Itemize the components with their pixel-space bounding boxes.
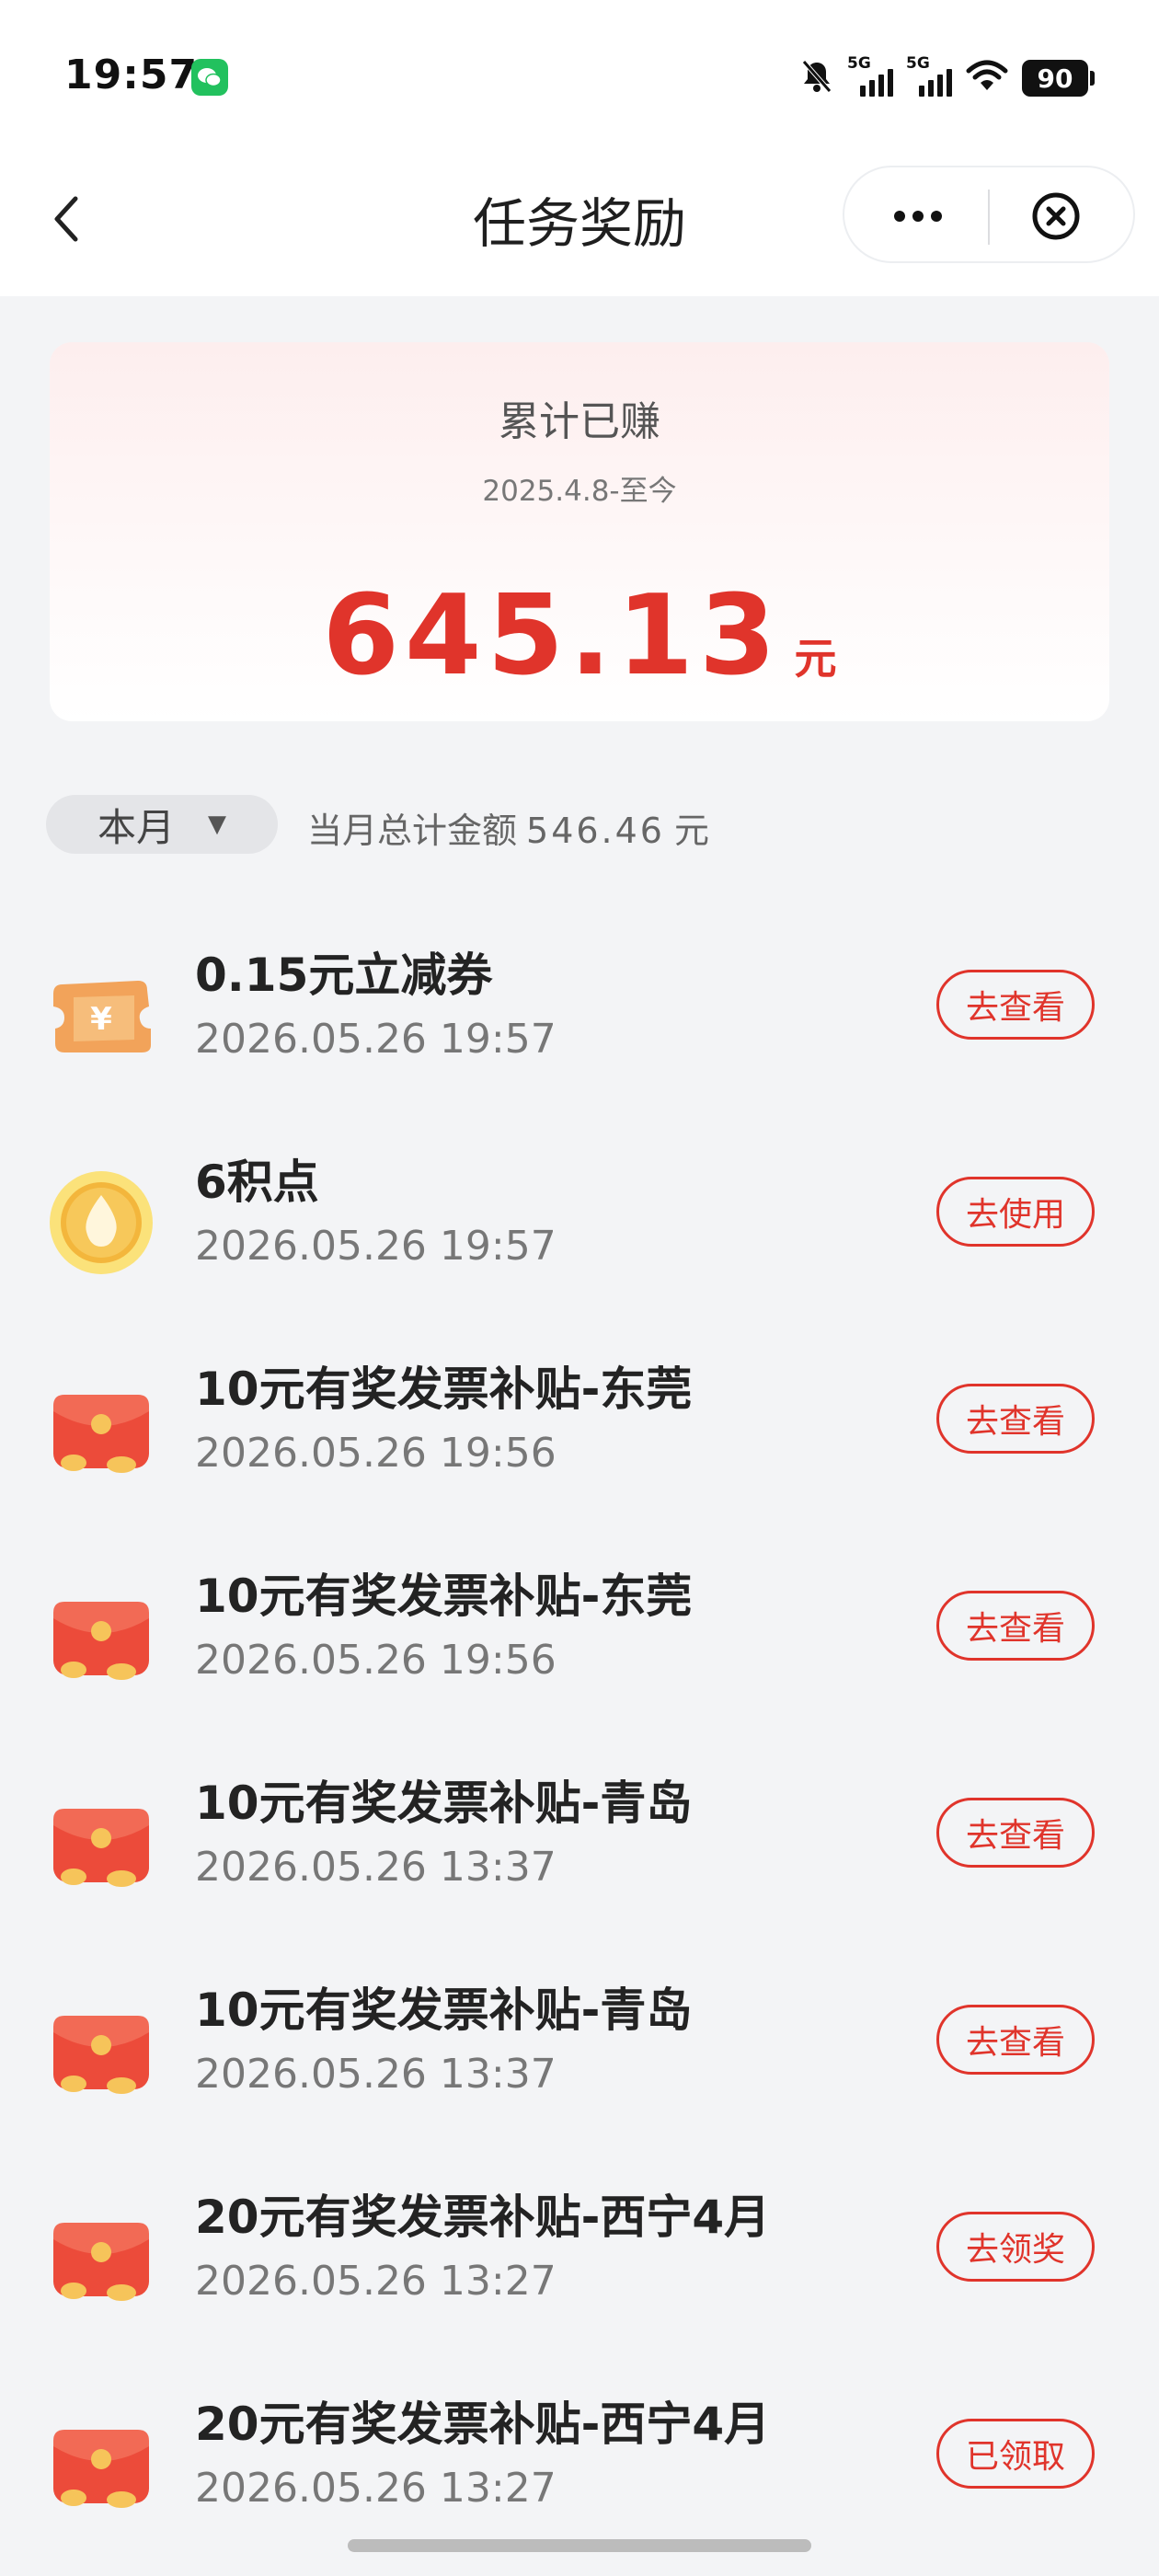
signal-label: 5G (906, 54, 930, 73)
wechat-icon (191, 59, 228, 96)
item-title: 6积点 (195, 1156, 319, 1209)
list-item: ¥ 0.15元立减券 2026.05.26 19:57 去查看 (0, 902, 1159, 1109)
list-item: 6积点 2026.05.26 19:57 去使用 (0, 1109, 1159, 1316)
claim-button[interactable]: 去领奖 (936, 2212, 1095, 2282)
list-item: 20元有奖发票补贴-西宁4月 2026.05.26 13:27 已领取 (0, 2351, 1159, 2558)
more-dots-icon (894, 211, 942, 222)
signal-icon: 5G (847, 54, 893, 97)
red-packet-icon (46, 1374, 156, 1485)
summary-title: 累计已赚 (499, 398, 660, 445)
battery-tip (1090, 71, 1095, 86)
signal-icon: 5G (906, 54, 952, 97)
caret-down-icon: ▼ (208, 811, 226, 838)
month-total-amount: 546.46 (526, 811, 665, 851)
summary-date-range: 2025.4.8-至今 (482, 475, 677, 508)
month-total-unit: 元 (673, 811, 709, 851)
battery-icon: 90 (1022, 60, 1088, 97)
wifi-icon (965, 58, 1009, 98)
item-time: 2026.05.26 19:57 (195, 1016, 557, 1063)
item-title: 20元有奖发票补贴-西宁4月 (195, 2398, 771, 2451)
item-time: 2026.05.26 13:27 (195, 2258, 557, 2305)
list-item: 10元有奖发票补贴-青岛 2026.05.26 13:37 去查看 (0, 1730, 1159, 1937)
red-packet-icon (46, 1788, 156, 1899)
more-button[interactable] (881, 195, 955, 237)
month-total-prefix: 当月总计金额 (307, 811, 518, 851)
earnings-summary-card: 累计已赚 2025.4.8-至今 645.13 元 (50, 342, 1109, 721)
item-time: 2026.05.26 19:56 (195, 1637, 557, 1684)
summary-amount: 645.13 元 (50, 572, 1109, 700)
use-button[interactable]: 去使用 (936, 1177, 1095, 1247)
signal-label: 5G (847, 54, 871, 73)
list-item: 10元有奖发票补贴-青岛 2026.05.26 13:37 去查看 (0, 1937, 1159, 2144)
mute-bell-icon (799, 58, 834, 98)
view-button[interactable]: 去查看 (936, 1591, 1095, 1661)
item-time: 2026.05.26 19:56 (195, 1430, 557, 1477)
list-item: 20元有奖发票补贴-西宁4月 2026.05.26 13:27 去领奖 (0, 2144, 1159, 2351)
home-indicator[interactable] (348, 2539, 811, 2552)
view-button[interactable]: 去查看 (936, 970, 1095, 1040)
summary-amount-value: 645.13 (322, 572, 782, 700)
coupon-icon: ¥ (46, 960, 156, 1071)
list-item: 10元有奖发票补贴-东莞 2026.05.26 19:56 去查看 (0, 1316, 1159, 1523)
month-total: 当月总计金额 546.46 元 (307, 802, 709, 853)
red-packet-icon (46, 2202, 156, 2313)
item-title: 10元有奖发票补贴-青岛 (195, 1984, 693, 2037)
item-title: 10元有奖发票补贴-青岛 (195, 1777, 693, 1830)
status-icons: 5G 5G 90 (799, 54, 1095, 101)
view-button[interactable]: 去查看 (936, 1384, 1095, 1454)
period-label: 本月 (97, 804, 175, 850)
status-bar: 19:57 5G 5G 90 (0, 0, 1159, 156)
status-time: 19:57 (64, 52, 199, 98)
item-time: 2026.05.26 13:27 (195, 2465, 557, 2512)
svg-text:¥: ¥ (90, 1001, 112, 1038)
item-title: 20元有奖发票补贴-西宁4月 (195, 2191, 771, 2244)
list-item: 10元有奖发票补贴-东莞 2026.05.26 19:56 去查看 (0, 1523, 1159, 1730)
mini-program-capsule (843, 166, 1135, 263)
view-button[interactable]: 去查看 (936, 1798, 1095, 1868)
red-packet-icon (46, 1581, 156, 1692)
nav-header: 任务奖励 (0, 156, 1159, 296)
points-coin-icon (46, 1167, 156, 1278)
red-packet-icon (46, 2409, 156, 2520)
item-time: 2026.05.26 13:37 (195, 2051, 557, 2098)
period-dropdown[interactable]: 本月 ▼ (46, 795, 278, 854)
close-circle-icon (1032, 192, 1080, 240)
close-button[interactable] (1028, 189, 1084, 244)
capsule-divider (988, 190, 990, 245)
item-title: 10元有奖发票补贴-东莞 (195, 1363, 693, 1416)
red-packet-icon (46, 1995, 156, 2106)
reward-list: ¥ 0.15元立减券 2026.05.26 19:57 去查看 6积点 2026… (0, 902, 1159, 2558)
view-button[interactable]: 去查看 (936, 2005, 1095, 2075)
item-time: 2026.05.26 13:37 (195, 1844, 557, 1891)
item-title: 0.15元立减券 (195, 949, 493, 1002)
summary-amount-unit: 元 (794, 634, 837, 684)
claimed-button[interactable]: 已领取 (936, 2419, 1095, 2489)
item-time: 2026.05.26 19:57 (195, 1223, 557, 1270)
item-title: 10元有奖发票补贴-东莞 (195, 1570, 693, 1623)
